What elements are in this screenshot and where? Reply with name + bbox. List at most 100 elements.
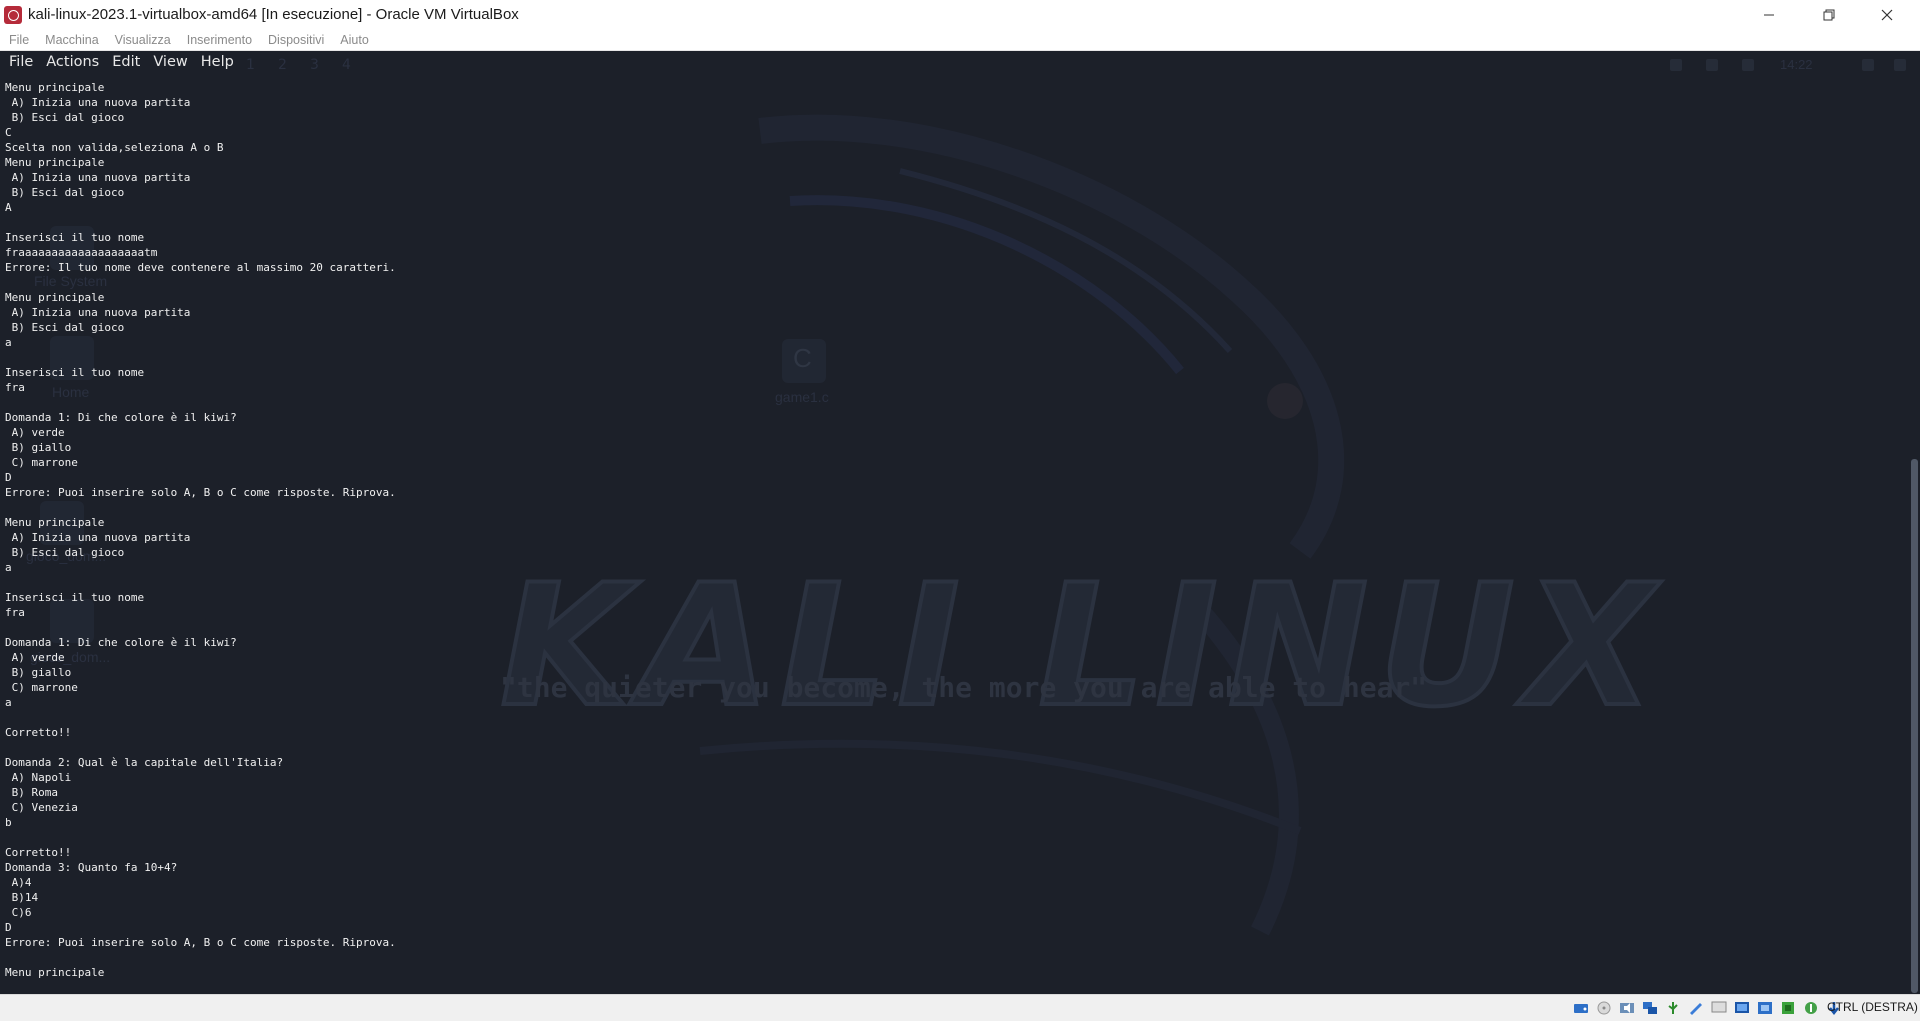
terminal-line: B) Esci dal gioco — [5, 186, 125, 199]
terminal-line: C) Venezia — [5, 801, 78, 814]
terminal-output[interactable]: Menu principale A) Inizia una nuova part… — [5, 80, 1885, 980]
vbox-menu-visualizza[interactable]: Visualizza — [115, 33, 171, 47]
tray-power-icon[interactable] — [1894, 59, 1906, 71]
title-bar: kali-linux-2023.1-virtualbox-amd64 [In e… — [0, 0, 1920, 29]
minimize-icon — [1764, 14, 1774, 15]
terminal-line: C)6 — [5, 906, 32, 919]
terminal-line: a — [5, 561, 12, 574]
audio-icon[interactable] — [1617, 999, 1637, 1017]
terminal-line: A) Napoli — [5, 771, 72, 784]
terminal-line: A) verde — [5, 651, 65, 664]
tray-lock-icon[interactable] — [1862, 59, 1874, 71]
terminal-menu-view[interactable]: View — [153, 54, 187, 70]
network-icon[interactable] — [1640, 999, 1660, 1017]
terminal-line: Menu principale — [5, 966, 105, 979]
terminal-line: Menu principale — [5, 291, 105, 304]
terminal-line: A) Inizia una nuova partita — [5, 96, 191, 109]
terminal-line: fraaaaaaaaaaaaaaaaaaatm — [5, 246, 158, 259]
cpu-icon[interactable] — [1778, 999, 1798, 1017]
terminal-line: Corretto!! — [5, 726, 72, 739]
terminal-line: B) Roma — [5, 786, 58, 799]
panel-clock[interactable]: 14:22 — [1780, 57, 1813, 72]
terminal-line: a — [5, 696, 12, 709]
terminal-line: Menu principale — [5, 516, 105, 529]
terminal-line: B) Esci dal gioco — [5, 321, 125, 334]
terminal-line: B)14 — [5, 891, 39, 904]
display-icon[interactable] — [1709, 999, 1729, 1017]
vm-screen[interactable]: 1 2 3 4 14:22 KALI LINUX "the quieter yo… — [0, 51, 1920, 994]
capture-icon[interactable] — [1732, 999, 1752, 1017]
terminal-menu-bar: File Actions Edit View Help — [0, 51, 238, 73]
terminal-line: C) marrone — [5, 456, 78, 469]
usb-icon[interactable] — [1663, 999, 1683, 1017]
vbox-menu-inserimento[interactable]: Inserimento — [187, 33, 252, 47]
tray-display-icon[interactable] — [1670, 59, 1682, 71]
virtualbox-status-bar: CTRL (DESTRA) — [0, 994, 1920, 1021]
host-key-label: CTRL (DESTRA) — [1827, 1000, 1918, 1014]
terminal-line: fra — [5, 606, 25, 619]
terminal-scrollbar[interactable] — [1911, 459, 1918, 993]
terminal-line: B) giallo — [5, 666, 72, 679]
terminal-line: A)4 — [5, 876, 32, 889]
tray-volume-icon[interactable] — [1706, 59, 1718, 71]
terminal-line: Inserisci il tuo nome — [5, 231, 145, 244]
terminal-line: a — [5, 336, 12, 349]
vbox-menu-aiuto[interactable]: Aiuto — [340, 33, 369, 47]
terminal-line: Corretto!! — [5, 846, 72, 859]
terminal-menu-edit[interactable]: Edit — [112, 54, 140, 70]
terminal-line: A) Inizia una nuova partita — [5, 531, 191, 544]
terminal-line: Domanda 1: Di che colore è il kiwi? — [5, 411, 237, 424]
hard-disk-icon[interactable] — [1571, 999, 1591, 1017]
terminal-line: Domanda 1: Di che colore è il kiwi? — [5, 636, 237, 649]
virtualbox-menu-bar: File Macchina Visualizza Inserimento Dis… — [0, 29, 1920, 51]
terminal-line: B) Esci dal gioco — [5, 111, 125, 124]
terminal-line: D — [5, 921, 12, 934]
terminal-line: C) marrone — [5, 681, 78, 694]
terminal-line: Errore: Puoi inserire solo A, B o C come… — [5, 486, 396, 499]
terminal-line: b — [5, 816, 12, 829]
workspace-2[interactable]: 2 — [278, 57, 287, 73]
vbox-menu-dispositivi[interactable]: Dispositivi — [268, 33, 324, 47]
terminal-line: B) giallo — [5, 441, 72, 454]
terminal-line: Domanda 3: Quanto fa 10+4? — [5, 861, 178, 874]
vbox-menu-file[interactable]: File — [9, 33, 29, 47]
recording-icon[interactable] — [1755, 999, 1775, 1017]
mouse-integration-icon[interactable] — [1801, 999, 1821, 1017]
restore-icon — [1823, 9, 1835, 20]
close-button[interactable] — [1864, 0, 1910, 29]
workspace-3[interactable]: 3 — [310, 57, 319, 73]
terminal-line: Scelta non valida,seleziona A o B — [5, 141, 224, 154]
kali-top-panel: 1 2 3 4 14:22 — [0, 51, 1920, 79]
virtualbox-app-icon[interactable] — [4, 5, 22, 24]
optical-drive-icon[interactable] — [1594, 999, 1614, 1017]
shared-folders-icon[interactable] — [1686, 999, 1706, 1017]
tray-bell-icon[interactable] — [1742, 59, 1754, 71]
terminal-menu-help[interactable]: Help — [201, 54, 234, 70]
terminal-line: Inserisci il tuo nome — [5, 366, 145, 379]
vbox-menu-macchina[interactable]: Macchina — [45, 33, 99, 47]
terminal-line: Inserisci il tuo nome — [5, 591, 145, 604]
terminal-line: C — [5, 126, 12, 139]
terminal-line: A) Inizia una nuova partita — [5, 306, 191, 319]
terminal-line: Errore: Puoi inserire solo A, B o C come… — [5, 936, 396, 949]
terminal-line: Menu principale — [5, 81, 105, 94]
minimize-button[interactable] — [1746, 0, 1792, 29]
workspace-1[interactable]: 1 — [246, 57, 255, 73]
restore-button[interactable] — [1806, 0, 1852, 29]
terminal-menu-file[interactable]: File — [9, 54, 33, 70]
window-title: kali-linux-2023.1-virtualbox-amd64 [In e… — [28, 6, 519, 23]
workspace-4[interactable]: 4 — [342, 57, 351, 73]
status-icons — [1571, 999, 1844, 1017]
terminal-menu-actions[interactable]: Actions — [46, 54, 99, 70]
close-icon — [1881, 9, 1893, 20]
